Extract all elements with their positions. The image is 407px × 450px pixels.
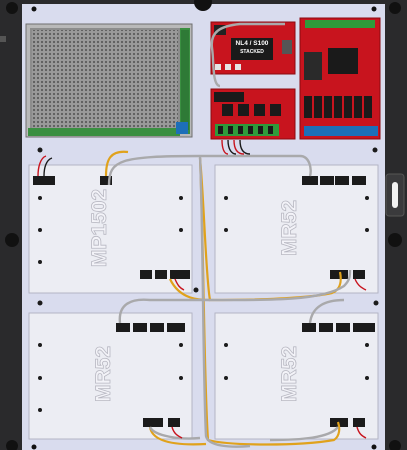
nl4-label-line2: STACKED bbox=[240, 49, 264, 55]
relay-output-board bbox=[210, 88, 296, 140]
power-supply bbox=[25, 23, 193, 138]
board-label-mr52-top-right: MR52 bbox=[278, 199, 302, 257]
nl4-label-line1: NL4 / S100 bbox=[235, 40, 269, 47]
controller-board bbox=[299, 17, 381, 140]
enclosure-drawing bbox=[0, 0, 407, 450]
board-label-mp1502: MP1502 bbox=[88, 188, 112, 268]
board-label-mr52-bottom-right: MR52 bbox=[278, 345, 302, 403]
nl4-s100-board bbox=[210, 21, 296, 75]
hinge bbox=[0, 36, 6, 42]
board-label-mr52-bottom-left: MR52 bbox=[92, 345, 116, 403]
enclosure-diagram: NL4 / S100 STACKED MP1502 MR52 MR52 MR52 bbox=[0, 0, 407, 450]
door-latch bbox=[385, 173, 405, 217]
